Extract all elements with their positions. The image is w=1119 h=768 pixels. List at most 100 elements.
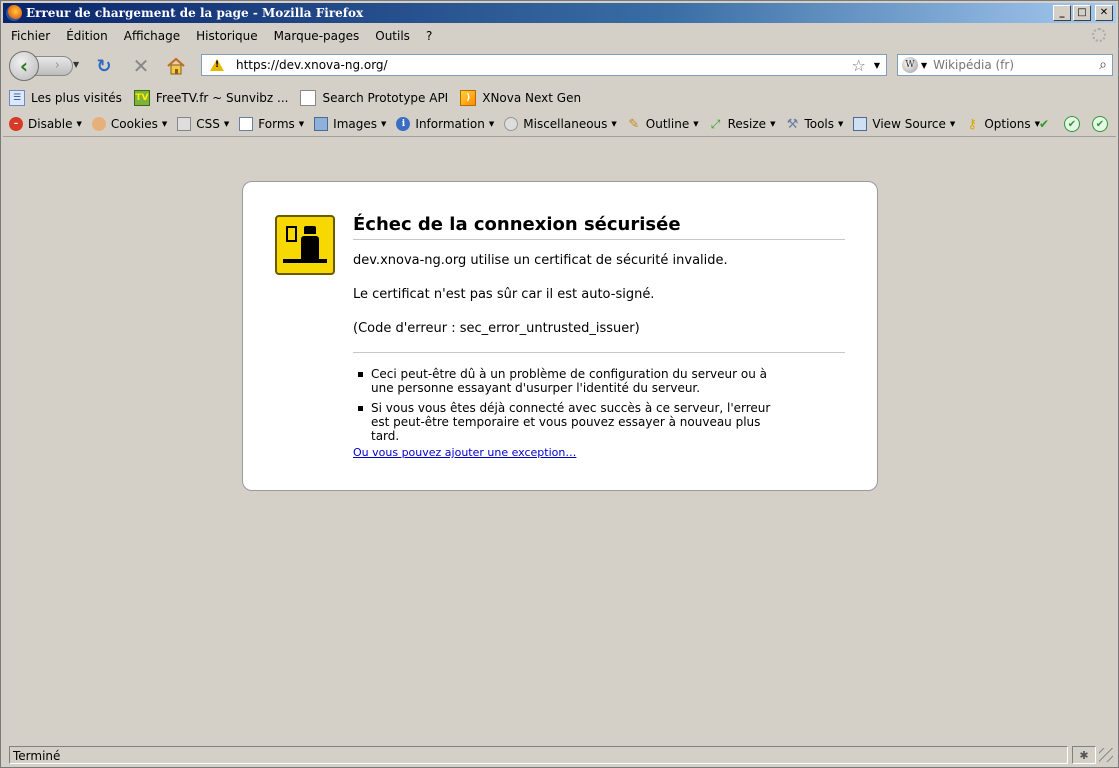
- dev-label: Options: [984, 117, 1031, 131]
- dev-cookies-menu[interactable]: Cookies ▼: [91, 117, 168, 131]
- information-icon: i: [396, 117, 411, 131]
- forms-icon: [239, 117, 254, 131]
- search-bar[interactable]: W ▼ ⌕: [897, 54, 1113, 76]
- navigation-toolbar: › ‹ ▼ ↻ ✕ https://dev.xnova-ng.org/ ☆ ▼ …: [3, 48, 1116, 84]
- caret-icon: ▼: [223, 120, 230, 128]
- dev-disable-menu[interactable]: – Disable ▼: [9, 117, 82, 131]
- title-bar: Erreur de chargement de la page - Mozill…: [3, 3, 1116, 23]
- miscellaneous-icon: [504, 117, 519, 131]
- menu-bar: Fichier Édition Affichage Historique Mar…: [3, 25, 1116, 47]
- bookmark-xnova-next-gen[interactable]: ) XNova Next Gen: [460, 90, 581, 106]
- resize-icon: ⤢: [710, 116, 721, 131]
- bookmark-label: FreeTV.fr ~ Sunvibz ...: [155, 91, 289, 105]
- dev-images-menu[interactable]: Images ▼: [314, 117, 386, 131]
- images-icon: [314, 117, 329, 131]
- css-valid-check-icon[interactable]: ✔: [1036, 116, 1052, 132]
- error-message-invalid-certificate: dev.xnova-ng.org utilise un certificat d…: [353, 253, 728, 268]
- dev-label: Miscellaneous: [523, 117, 608, 131]
- search-engine-dropdown-icon[interactable]: ▼: [921, 61, 927, 70]
- search-input[interactable]: [931, 57, 1086, 73]
- css-icon: [177, 117, 192, 131]
- dev-tools-menu[interactable]: ⚒ Tools ▼: [785, 116, 844, 132]
- menu-affichage[interactable]: Affichage: [116, 29, 188, 43]
- html-valid-check-icon[interactable]: ✔: [1064, 116, 1080, 132]
- bookmark-star-icon[interactable]: ☆: [852, 56, 866, 75]
- dev-view-source-menu[interactable]: View Source ▼: [853, 117, 955, 131]
- dev-forms-menu[interactable]: Forms ▼: [239, 117, 304, 131]
- bookmark-search-prototype-api[interactable]: Search Prototype API: [300, 90, 448, 106]
- bookmark-label: XNova Next Gen: [482, 91, 582, 105]
- dev-label: Cookies: [110, 117, 158, 131]
- url-text[interactable]: https://dev.xnova-ng.org/: [236, 58, 852, 72]
- bookmark-freetv[interactable]: TV FreeTV.fr ~ Sunvibz ...: [133, 90, 289, 106]
- menu-historique[interactable]: Historique: [188, 29, 266, 43]
- caret-icon: ▼: [381, 120, 387, 128]
- back-button[interactable]: ‹: [9, 51, 39, 81]
- menu-marque-pages[interactable]: Marque-pages: [266, 29, 368, 43]
- menu-help[interactable]: ?: [418, 29, 440, 43]
- bookmark-les-plus-visites[interactable]: ☰ Les plus visités: [9, 90, 122, 106]
- caret-icon: ▼: [611, 120, 617, 128]
- caret-icon: ▼: [298, 120, 305, 128]
- security-warning-icon[interactable]: [210, 59, 224, 71]
- validation-status-group: ✔ ✔ ✔: [1036, 116, 1108, 132]
- dev-label: Images: [333, 117, 378, 131]
- history-dropdown-icon[interactable]: ▼: [73, 60, 79, 69]
- url-bar[interactable]: https://dev.xnova-ng.org/ ☆ ▼: [201, 54, 887, 76]
- list-item: Ceci peut-être dû à un problème de confi…: [353, 367, 773, 395]
- resize-grip-icon[interactable]: [1099, 748, 1113, 762]
- maximize-button[interactable]: □: [1073, 5, 1091, 21]
- wikipedia-icon[interactable]: W: [902, 57, 918, 73]
- firebug-icon[interactable]: ✱: [1072, 746, 1096, 764]
- dev-label: Disable: [28, 117, 73, 131]
- search-magnifier-icon[interactable]: ⌕: [1099, 57, 1107, 73]
- caret-icon: ▼: [693, 120, 699, 128]
- cookies-icon: [91, 117, 106, 131]
- dev-options-menu[interactable]: ⚷ Options ▼: [965, 117, 1040, 132]
- outline-icon: ✎: [628, 116, 640, 132]
- most-visited-icon: ☰: [9, 90, 25, 106]
- disable-icon: –: [9, 117, 23, 131]
- security-officer-icon: [275, 215, 335, 275]
- browser-window: Erreur de chargement de la page - Mozill…: [0, 0, 1119, 768]
- caret-icon: ▼: [488, 120, 495, 128]
- caret-icon: ▼: [161, 120, 168, 128]
- bookmark-label: Les plus visités: [31, 91, 122, 105]
- dev-label: Tools: [804, 117, 835, 131]
- error-page-container: Échec de la connexion sécurisée dev.xnov…: [242, 181, 878, 491]
- dev-label: Information: [415, 117, 485, 131]
- menu-outils[interactable]: Outils: [367, 29, 418, 43]
- rss-feed-icon: ): [460, 90, 477, 106]
- forward-button[interactable]: ›: [33, 56, 73, 76]
- stop-icon[interactable]: ✕: [130, 54, 152, 78]
- caret-icon: ▼: [949, 120, 956, 128]
- minimize-button[interactable]: _: [1053, 5, 1071, 21]
- dev-label: Outline: [645, 117, 690, 131]
- dev-resize-menu[interactable]: ⤢ Resize ▼: [709, 116, 776, 132]
- dev-miscellaneous-menu[interactable]: Miscellaneous ▼: [504, 117, 617, 131]
- reload-icon[interactable]: ↻: [93, 55, 115, 77]
- page-icon: [300, 90, 317, 106]
- back-arrow-icon: ‹: [19, 54, 29, 78]
- menu-edition[interactable]: Édition: [58, 29, 116, 43]
- status-bar: Terminé ✱: [3, 744, 1116, 766]
- bookmarks-toolbar: ☰ Les plus visités TV FreeTV.fr ~ Sunvib…: [3, 87, 1116, 109]
- window-title: Erreur de chargement de la page - Mozill…: [26, 6, 364, 20]
- home-icon[interactable]: [165, 55, 187, 77]
- dev-outline-menu[interactable]: ✎ Outline ▼: [627, 116, 699, 132]
- url-dropdown-icon[interactable]: ▼: [874, 61, 880, 70]
- caret-icon: ▼: [838, 120, 844, 128]
- add-exception-link[interactable]: Ou vous pouvez ajouter une exception…: [353, 446, 576, 459]
- bookmark-label: Search Prototype API: [322, 91, 449, 105]
- tools-icon: ⚒: [786, 116, 799, 132]
- menu-fichier[interactable]: Fichier: [3, 29, 58, 43]
- dev-css-menu[interactable]: CSS ▼: [177, 117, 229, 131]
- close-button[interactable]: ✕: [1095, 5, 1113, 21]
- js-valid-check-icon[interactable]: ✔: [1092, 116, 1108, 132]
- caret-icon: ▼: [76, 120, 82, 128]
- error-code: (Code d'erreur : sec_error_untrusted_iss…: [353, 321, 640, 336]
- dev-label: Forms: [258, 117, 295, 131]
- dev-label: CSS: [196, 117, 220, 131]
- dev-information-menu[interactable]: i Information ▼: [396, 117, 494, 131]
- error-message-self-signed: Le certificat n'est pas sûr car il est a…: [353, 287, 655, 302]
